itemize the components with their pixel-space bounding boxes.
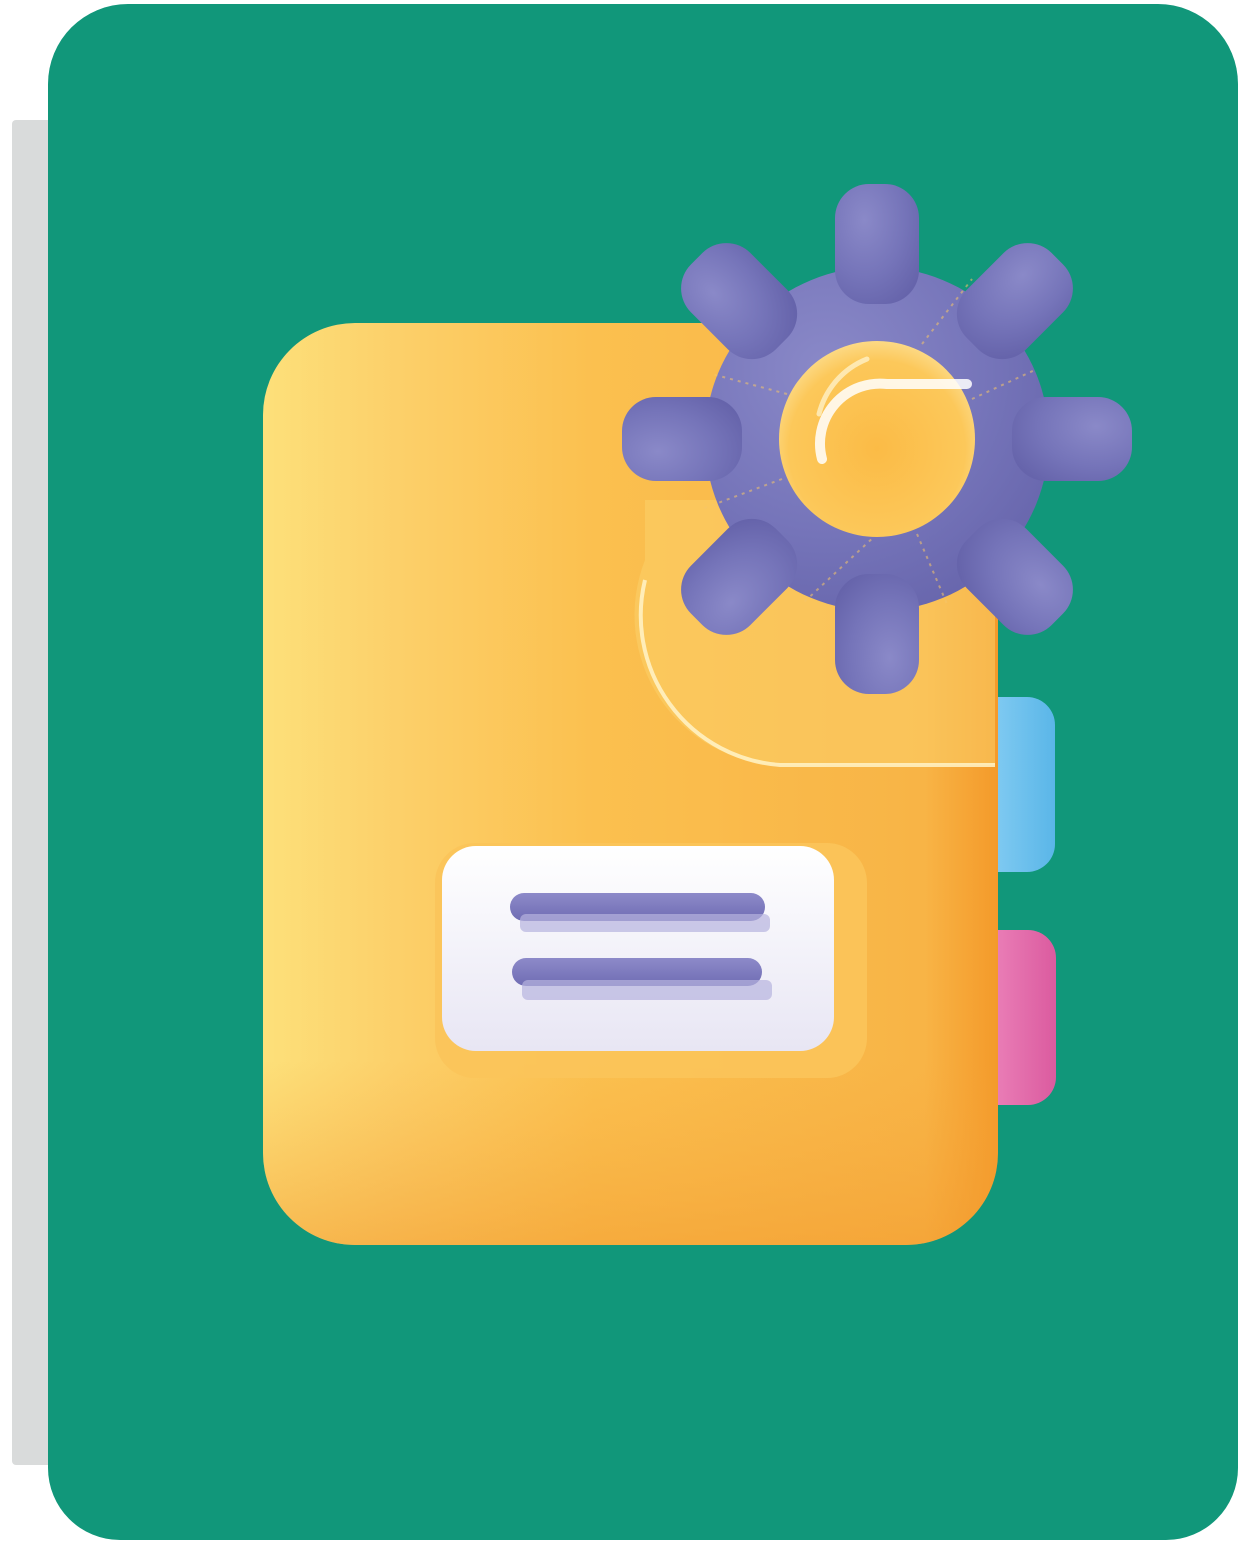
label-card-icon: [435, 843, 867, 1078]
gear-icon: [622, 184, 1132, 694]
settings-folder-illustration: [48, 4, 1238, 1540]
illustration-canvas: [0, 0, 1238, 1542]
card-background: [48, 4, 1238, 1540]
